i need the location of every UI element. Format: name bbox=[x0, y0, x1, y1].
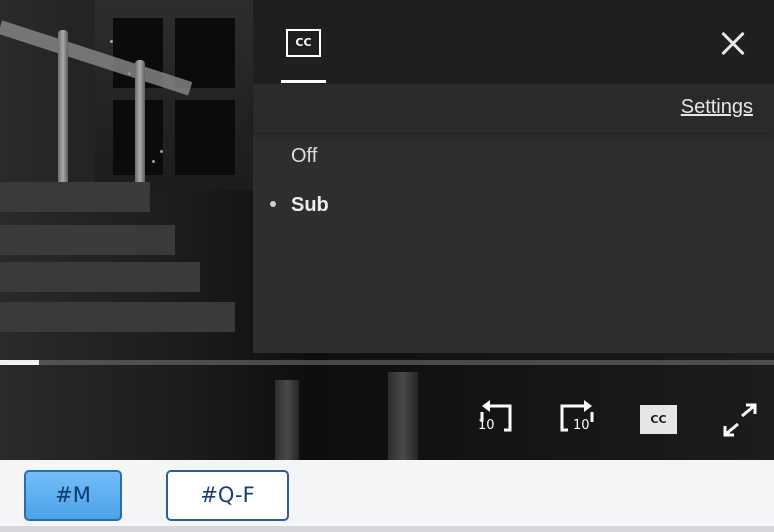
fullscreen-icon bbox=[723, 403, 757, 437]
close-icon[interactable] bbox=[716, 26, 750, 60]
stair-step bbox=[0, 262, 200, 292]
progress-bar[interactable] bbox=[0, 360, 774, 365]
baluster bbox=[135, 60, 145, 190]
caption-option-off[interactable]: Off bbox=[291, 145, 317, 168]
captions-panel: CC Settings Off Sub bbox=[253, 0, 774, 353]
progress-played bbox=[0, 360, 39, 365]
background-pillar bbox=[388, 372, 418, 460]
closed-captions-button[interactable]: CC bbox=[640, 405, 677, 434]
forward-seconds: 10 bbox=[573, 418, 590, 433]
background-pillar bbox=[275, 380, 299, 460]
tab-active-indicator bbox=[281, 80, 326, 83]
closed-captions-icon: CC bbox=[286, 29, 321, 57]
forward-10-button[interactable]: 10 bbox=[556, 398, 600, 440]
stair-step bbox=[0, 302, 235, 332]
settings-link[interactable]: Settings bbox=[681, 96, 753, 119]
baluster bbox=[58, 30, 68, 190]
bottom-toolbar: #M #Q-F bbox=[0, 460, 774, 526]
background-window bbox=[95, 0, 255, 190]
tag-button-q-f[interactable]: #Q-F bbox=[166, 470, 289, 521]
video-player[interactable]: CC Settings Off Sub 10 10 CC bbox=[0, 0, 774, 460]
stair-step bbox=[0, 182, 150, 212]
bottom-edge bbox=[0, 526, 774, 532]
stair-step bbox=[0, 225, 175, 255]
rewind-10-button[interactable]: 10 bbox=[474, 398, 518, 440]
captions-panel-header: CC bbox=[253, 0, 774, 84]
selected-bullet-icon bbox=[270, 201, 276, 207]
rewind-seconds: 10 bbox=[478, 418, 495, 433]
captions-subbar: Settings bbox=[253, 84, 774, 132]
tab-captions[interactable]: CC bbox=[281, 0, 326, 84]
tag-button-m[interactable]: #M bbox=[24, 470, 122, 521]
caption-option-sub[interactable]: Sub bbox=[291, 194, 329, 217]
fullscreen-button[interactable] bbox=[720, 402, 760, 438]
